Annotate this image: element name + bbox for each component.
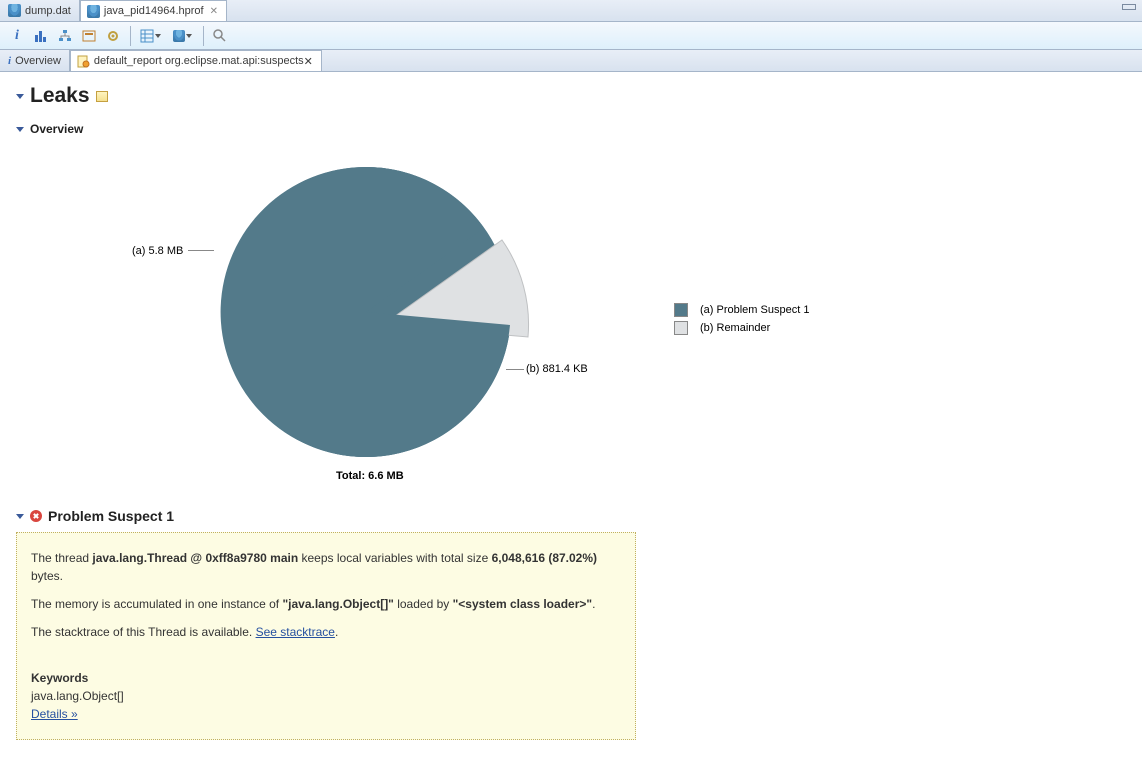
- problem-section-header[interactable]: Problem Suspect 1: [16, 508, 1126, 524]
- close-icon[interactable]: ✕: [304, 55, 313, 68]
- suspect-paragraph-1: The thread java.lang.Thread @ 0xff8a9780…: [31, 549, 621, 585]
- problem-suspect-box: The thread java.lang.Thread @ 0xff8a9780…: [16, 532, 636, 740]
- legend-label: (a) Problem Suspect 1: [700, 304, 809, 316]
- grid-icon: [140, 29, 154, 43]
- subtab-overview[interactable]: i Overview: [2, 50, 70, 71]
- problem-title: Problem Suspect 1: [48, 508, 174, 524]
- chevron-down-icon: [186, 34, 192, 38]
- toolbar-separator: [203, 26, 204, 46]
- subtab-label: Overview: [15, 55, 61, 67]
- search-icon: [212, 28, 227, 43]
- editor-tab-bar: dump.dat java_pid14964.hprof ✕: [0, 0, 1142, 22]
- chevron-down-icon: [16, 514, 24, 519]
- error-icon: [30, 510, 42, 522]
- pie-total-label: Total: 6.6 MB: [336, 470, 404, 482]
- info-button[interactable]: i: [6, 25, 28, 47]
- tree-icon: [58, 29, 72, 43]
- query-browser-button[interactable]: [135, 25, 165, 47]
- tab-label: java_pid14964.hprof: [104, 5, 204, 17]
- legend-swatch: [674, 321, 688, 335]
- database-icon: [8, 4, 21, 17]
- histogram-button[interactable]: [30, 25, 52, 47]
- pie-svg: [206, 162, 546, 472]
- overview-section-header[interactable]: Overview: [16, 122, 1126, 136]
- tab-hprof[interactable]: java_pid14964.hprof ✕: [80, 0, 227, 21]
- suspect-paragraph-2: The memory is accumulated in one instanc…: [31, 595, 621, 613]
- database-icon: [87, 5, 100, 18]
- details-link[interactable]: Details »: [31, 707, 78, 721]
- open-object-button[interactable]: [167, 25, 197, 47]
- legend-item: (b) Remainder: [674, 321, 809, 335]
- report-icon: [96, 91, 108, 102]
- oql-button[interactable]: [78, 25, 100, 47]
- pie-label-a: (a) 5.8 MB: [132, 245, 183, 257]
- see-stacktrace-link[interactable]: See stacktrace: [256, 625, 335, 639]
- report-content: Leaks Overview (a) 5.8 MB (b) 881.4 KB: [0, 72, 1142, 752]
- run-expert-button[interactable]: [102, 25, 124, 47]
- keywords-block: Keywords java.lang.Object[] Details »: [31, 669, 621, 723]
- leaks-title: Leaks: [30, 84, 90, 108]
- dominator-tree-button[interactable]: [54, 25, 76, 47]
- subtab-default-report[interactable]: default_report org.eclipse.mat.api:suspe…: [70, 50, 322, 71]
- close-icon[interactable]: ✕: [210, 6, 218, 17]
- gear-icon: [106, 29, 120, 43]
- chevron-down-icon: [16, 94, 24, 99]
- legend-swatch: [674, 303, 688, 317]
- legend-label: (b) Remainder: [700, 322, 770, 334]
- overview-pie-chart: (a) 5.8 MB (b) 881.4 KB Total: 6.6 MB (a…: [16, 142, 1126, 492]
- tab-label: dump.dat: [25, 5, 71, 17]
- info-icon: i: [8, 55, 11, 67]
- toolbar-separator: [130, 26, 131, 46]
- overview-title: Overview: [30, 122, 83, 136]
- pie-label-b: (b) 881.4 KB: [526, 363, 588, 375]
- suspect-paragraph-3: The stacktrace of this Thread is availab…: [31, 623, 621, 641]
- bar-chart-icon: [34, 29, 48, 43]
- legend-item: (a) Problem Suspect 1: [674, 303, 809, 317]
- info-icon: i: [15, 28, 19, 44]
- leader-line: [506, 369, 524, 370]
- leaks-section-header[interactable]: Leaks: [16, 84, 1126, 108]
- report-icon: [77, 55, 90, 68]
- database-icon: [173, 30, 185, 42]
- toolbar: i: [0, 22, 1142, 50]
- oql-icon: [82, 29, 96, 43]
- chevron-down-icon: [155, 34, 161, 38]
- minimize-icon[interactable]: [1122, 4, 1136, 10]
- tab-dump-dat[interactable]: dump.dat: [2, 0, 80, 21]
- chevron-down-icon: [16, 127, 24, 132]
- search-button[interactable]: [208, 25, 230, 47]
- chart-legend: (a) Problem Suspect 1 (b) Remainder: [674, 303, 809, 339]
- leader-line: [188, 250, 214, 251]
- subtab-bar: i Overview default_report org.eclipse.ma…: [0, 50, 1142, 72]
- subtab-label: default_report org.eclipse.mat.api:suspe…: [94, 55, 304, 67]
